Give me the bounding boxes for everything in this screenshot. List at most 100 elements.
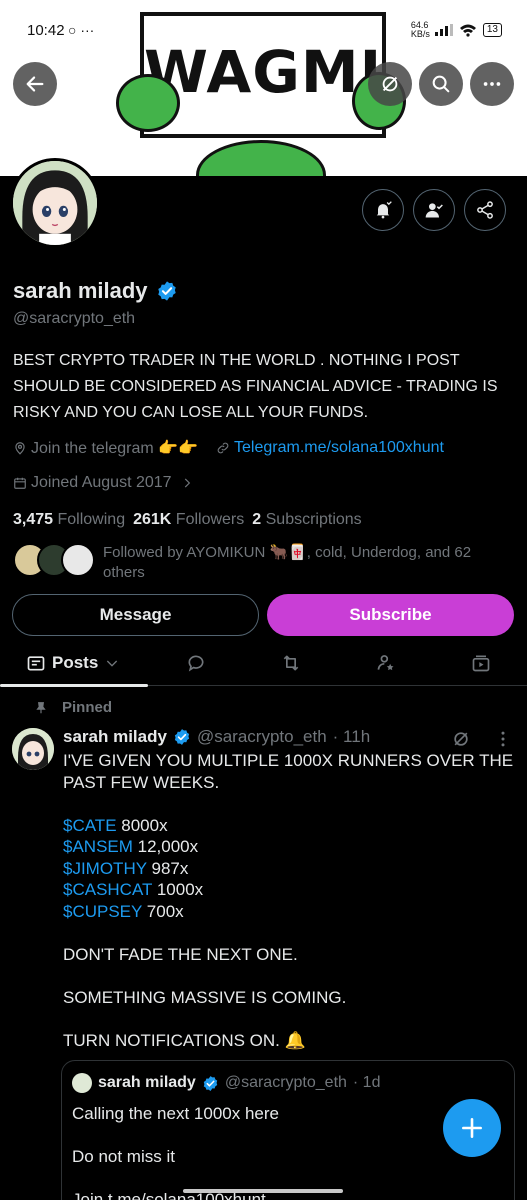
profile-name-row: sarah milady [13, 278, 178, 304]
chevron-down-icon [107, 660, 118, 667]
notifications-button[interactable] [362, 189, 404, 231]
net-speed: 64.6 KB/s [410, 20, 430, 39]
profile-location: Join the telegram 👉👉 [31, 440, 199, 457]
more-vertical-icon[interactable] [493, 729, 513, 749]
battery-indicator: 13 [482, 23, 502, 37]
person-check-icon [425, 203, 443, 218]
verified-badge-icon [203, 1075, 218, 1091]
frog-hand-left [116, 74, 180, 132]
location-pin-icon [15, 442, 25, 455]
profile-website-link[interactable]: Telegram.me/solana100xhunt [234, 439, 444, 457]
avatar [61, 543, 95, 577]
quoted-author-handle: @saracrypto_eth [224, 1074, 347, 1091]
tab-active-indicator [0, 684, 148, 687]
verified-badge-icon [174, 729, 190, 745]
profile-handle: @saracrypto_eth [13, 310, 136, 327]
cashtag-link[interactable]: $JIMOTHY [63, 859, 147, 878]
search-button[interactable] [419, 62, 463, 106]
message-button[interactable]: Message [12, 594, 259, 636]
tab-highlights[interactable] [374, 640, 398, 685]
more-icon [483, 82, 501, 86]
followed-by-avatars[interactable] [13, 543, 95, 577]
post-avatar-art [12, 728, 54, 770]
post-author-name[interactable]: sarah milady [63, 727, 167, 747]
cashtag-link[interactable]: $CASHCAT [63, 880, 152, 899]
following-button[interactable] [413, 189, 455, 231]
search-icon [432, 75, 450, 93]
post-author-handle[interactable]: @saracrypto_eth [197, 727, 327, 747]
media-icon [472, 655, 490, 671]
bell-plus-icon [376, 201, 392, 219]
status-time: 10:42 [27, 22, 65, 39]
status-notification-icons: ○ ··· [68, 22, 95, 38]
profile-meta-location-row: Join the telegram 👉👉 Telegram.me/solana1… [13, 438, 444, 458]
tab-reposts[interactable] [279, 640, 303, 685]
no-bell-icon [382, 76, 398, 92]
cashtag-link[interactable]: $ANSEM [63, 837, 133, 856]
share-icon [477, 201, 493, 219]
post-header: sarah milady @saracrypto_eth · 11h [63, 727, 370, 747]
tab-posts-label: Posts [52, 652, 99, 672]
grok-icon[interactable] [451, 729, 471, 749]
grok-button[interactable] [368, 62, 412, 106]
signal-icon [434, 24, 453, 36]
profile-avatar[interactable] [10, 158, 100, 248]
profile-stats: 3,475 Following 261K Followers 2 Subscri… [13, 511, 362, 529]
tab-replies[interactable] [184, 640, 208, 685]
post-header-actions [451, 729, 513, 749]
quoted-author-name: sarah milady [98, 1074, 196, 1091]
quoted-post-time: · 1d [352, 1074, 381, 1091]
token-line: $CASHCAT 1000x [63, 880, 204, 899]
status-bar: 10:42 ○ ··· 64.6 KB/s 13 [0, 18, 527, 46]
profile-joined-date: Joined August 2017 [31, 474, 172, 491]
post-text-line: DON'T FADE THE NEXT ONE. [63, 944, 298, 964]
tab-posts[interactable]: Posts [26, 640, 120, 685]
banner-sign-text: WAGMI [144, 38, 383, 106]
plus-icon [462, 1118, 482, 1138]
post-body[interactable]: I'VE GIVEN YOU MULTIPLE 1000X RUNNERS OV… [63, 750, 518, 1051]
token-line: $CUPSEY 700x [63, 901, 184, 921]
pinned-label: Pinned [62, 699, 113, 716]
pin-icon [36, 701, 46, 713]
quoted-text-line: Do not miss it [72, 1147, 175, 1166]
calendar-icon [14, 477, 26, 489]
more-button[interactable] [470, 62, 514, 106]
post-author-avatar[interactable] [12, 728, 54, 770]
quoted-post-body: Calling the next 1000x here Do not miss … [72, 1103, 502, 1200]
back-button[interactable] [13, 62, 57, 106]
posts-icon [27, 655, 45, 670]
tab-media[interactable] [469, 640, 493, 685]
compose-post-button[interactable] [443, 1099, 501, 1157]
quoted-post-header: sarah milady @saracrypto_eth · 1d [72, 1073, 380, 1093]
quoted-text-line: Calling the next 1000x here [72, 1104, 279, 1123]
verified-badge-icon[interactable] [156, 280, 178, 302]
link-icon [217, 442, 229, 454]
followed-by-text[interactable]: Followed by AYOMIKUN 🐂🀄, cold, Underdog,… [103, 543, 503, 583]
cashtag-link[interactable]: $CATE [63, 816, 117, 835]
subscribe-button[interactable]: Subscribe [267, 594, 514, 636]
share-button[interactable] [464, 189, 506, 231]
followers-stat[interactable]: 261K Followers [133, 511, 244, 529]
profile-bio: BEST CRYPTO TRADER IN THE WORLD . NOTHIN… [13, 352, 498, 421]
avatar-art [13, 161, 97, 245]
status-right: 64.6 KB/s 13 [411, 21, 502, 39]
post-text-line: SOMETHING MASSIVE IS COMING. [63, 987, 347, 1007]
profile-banner[interactable]: WAGMI 10:42 ○ ··· 64.6 KB/s 13 [0, 0, 527, 176]
token-line: $CATE 8000x [63, 815, 168, 835]
reply-icon [188, 655, 204, 671]
person-star-icon [377, 654, 394, 670]
profile-joined-row[interactable]: Joined August 2017 [13, 474, 194, 492]
token-line: $JIMOTHY 987x [63, 858, 189, 878]
subscriptions-stat[interactable]: 2 Subscriptions [252, 511, 361, 529]
cashtag-link[interactable]: $CUPSEY [63, 902, 142, 921]
post-text-line: I'VE GIVEN YOU MULTIPLE 1000X RUNNERS OV… [63, 751, 514, 792]
home-indicator[interactable] [183, 1189, 343, 1193]
frog-head [196, 140, 326, 176]
arrow-left-icon [26, 76, 44, 92]
wifi-icon [459, 24, 476, 37]
token-line: $ANSEM 12,000x [63, 837, 199, 856]
avatar [72, 1073, 92, 1093]
following-stat[interactable]: 3,475 Following [13, 511, 125, 529]
profile-tabs: Posts [0, 640, 527, 686]
profile-display-name: sarah milady [13, 278, 148, 303]
